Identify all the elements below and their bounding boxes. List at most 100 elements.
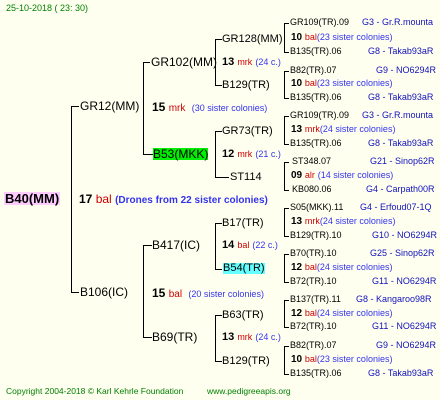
gen4-location: G8 - Kangaroo98R [356, 294, 432, 304]
gen3-count: 13 [291, 124, 303, 135]
gen4-name: GR109(TR).09 [290, 110, 350, 120]
gen2-name: GR102(MM) [151, 55, 218, 69]
gen3-breeder: alr [304, 170, 315, 180]
link [143, 245, 152, 246]
link [143, 245, 144, 337]
gen3-breeder: bal [304, 32, 317, 42]
gen3-count: 09 [291, 170, 303, 181]
gen4-location: G9 - NO6294R [376, 340, 437, 350]
link [284, 282, 289, 283]
gen4-location: G10 - NO6294R [372, 230, 438, 240]
link [284, 116, 285, 144]
gen3-note: (24 sister colonies) [319, 124, 396, 134]
gen4-name: S05(MKK).11 [290, 202, 344, 212]
link [215, 315, 216, 361]
gen2-info: 14 bal (22 c.) [222, 240, 278, 251]
gen3-info: 10 bal(23 sister colonies) [291, 33, 392, 43]
gen4-location: G3 - Gr.R.mounta [362, 110, 434, 120]
gen4-name: B135(TR).06 [290, 138, 342, 148]
gen3-count: 12 [291, 262, 303, 273]
gen3-name: B54(TR) [223, 262, 265, 274]
link [284, 346, 285, 374]
gen3-count: 10 [291, 354, 303, 365]
gen4-location: G21 - Sinop62R [370, 156, 435, 166]
link [284, 52, 289, 53]
link [215, 223, 216, 269]
dam-name: GR12(MM) [80, 99, 140, 113]
link [284, 300, 289, 301]
sire-count: 15 [152, 286, 166, 300]
link [143, 62, 150, 63]
gen2-count: 13 [222, 331, 235, 343]
link [215, 85, 222, 86]
gen4-location: G4 - Erfoud07-1Q [360, 202, 432, 212]
gen4-name: ST348.07 [292, 156, 332, 166]
dam-breeder: mrk [168, 103, 186, 114]
gen3-count: 13 [291, 216, 303, 227]
gen3-note: (24 sister colonies) [319, 216, 396, 226]
gen4-name: B82(TR).07 [290, 65, 337, 75]
gen3-breeder: bal [304, 308, 317, 318]
gen4-location: G11 - NO6294R [372, 276, 437, 286]
gen3-name: ST114 [230, 171, 262, 183]
gen4-location: G11 - NO6294R [372, 321, 437, 331]
gen3-name: GR73(TR) [222, 125, 273, 137]
gen3-count: 10 [291, 32, 303, 43]
gen4-location: G25 - Sinop62R [370, 248, 435, 258]
link [284, 300, 285, 327]
gen3-name: B129(TR) [222, 79, 270, 91]
link [215, 361, 222, 362]
gen4-name: KB080.06 [292, 184, 332, 194]
link [284, 190, 289, 191]
link [215, 131, 222, 132]
link [215, 269, 222, 270]
gen3-name: B63(TR) [222, 309, 264, 321]
gen3-note: (23 sister colonies) [316, 32, 393, 42]
link [284, 346, 289, 347]
gen2-info: 12 mrk (21 c.) [222, 149, 281, 160]
link [284, 71, 289, 72]
gen3-breeder: bal [304, 262, 317, 272]
gen4-location: G8 - Takab93aR [368, 92, 434, 102]
gen2-note: (24 c.) [255, 332, 281, 342]
gen2-breeder: bal [237, 240, 250, 250]
sire-note: (20 sister colonies) [188, 289, 264, 299]
link [215, 223, 222, 224]
link [284, 23, 289, 24]
root-info: 17 bal (Drones from 22 sister colonies) [79, 193, 268, 206]
gen4-name: B129(TR).10 [290, 230, 342, 240]
link [71, 106, 72, 292]
gen4-name: B72(TR).10 [290, 321, 337, 331]
gen4-name: B135(TR).06 [290, 92, 342, 102]
link [284, 327, 289, 328]
link [284, 374, 289, 375]
link [215, 177, 229, 178]
gen2-note: (24 c.) [255, 57, 281, 67]
link [284, 208, 289, 209]
gen3-note: (23 sister colonies) [316, 78, 393, 88]
gen4-name: B135(TR).06 [290, 46, 342, 56]
gen3-breeder: mrk [304, 124, 320, 134]
gen2-breeder: mrk [237, 149, 253, 159]
report-date: 25-10-2018 ( 23: 30) [6, 3, 89, 13]
gen2-name: B53(MKK) [153, 147, 209, 161]
link [71, 292, 79, 293]
gen3-info: 13 mrk(24 sister colonies) [291, 217, 395, 227]
gen4-location: G8 - Takab93aR [368, 46, 434, 56]
root-note: (Drones from 22 sister colonies) [115, 195, 268, 206]
gen3-info: 12 bal(24 sister colonies) [291, 263, 392, 273]
link [284, 236, 289, 237]
gen4-location: G9 - NO6294R [376, 65, 437, 75]
gen2-name: B69(TR) [152, 330, 198, 344]
gen4-name: GR109(TR).09 [290, 17, 350, 27]
gen2-breeder: mrk [237, 57, 253, 67]
gen2-note: (21 c.) [255, 149, 281, 159]
gen4-name: B70(TR).10 [290, 248, 337, 258]
gen3-count: 10 [291, 78, 303, 89]
link [284, 23, 285, 52]
website-link[interactable]: www.pedigreeapis.org [207, 387, 291, 396]
gen2-note: (22 c.) [252, 240, 278, 250]
link [143, 154, 153, 155]
link [143, 337, 152, 338]
gen3-breeder: mrk [304, 216, 320, 226]
